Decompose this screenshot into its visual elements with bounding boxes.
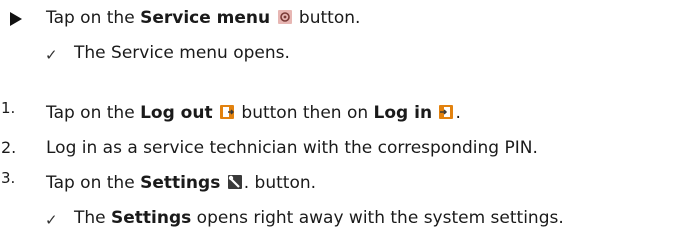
- step-row: 3. Tap on the Settings . button.: [0, 169, 682, 195]
- step-text: Log in as a service technician with the …: [46, 138, 538, 158]
- wrench-icon: [227, 175, 242, 189]
- step-row: Tap on the Service menu button.: [0, 6, 682, 30]
- result-text: The Settings opens right away with the s…: [74, 208, 564, 228]
- step-text: Tap on the Settings . button.: [46, 173, 317, 193]
- result-row: ✓ The Settings opens right away with the…: [0, 206, 682, 230]
- step-number: 2.: [1, 138, 17, 157]
- step-text: Tap on the Log out button then on Log in…: [46, 103, 461, 123]
- step-number: 3.: [1, 169, 16, 187]
- logout-icon: [220, 105, 234, 119]
- step-number: 1.: [1, 99, 16, 117]
- gear-icon: [277, 10, 292, 24]
- check-icon: ✓: [45, 211, 58, 229]
- step-text: Tap on the Service menu button.: [46, 8, 361, 28]
- login-icon: [439, 105, 454, 119]
- result-row: ✓ The Service menu opens.: [0, 41, 682, 65]
- check-icon: ✓: [45, 46, 58, 64]
- arrow-bullet-icon: [10, 12, 22, 26]
- result-text: The Service menu opens.: [74, 43, 290, 63]
- step-row: 1. Tap on the Log out button then on Log…: [0, 99, 682, 125]
- step-row: 2. Log in as a service technician with t…: [0, 136, 682, 160]
